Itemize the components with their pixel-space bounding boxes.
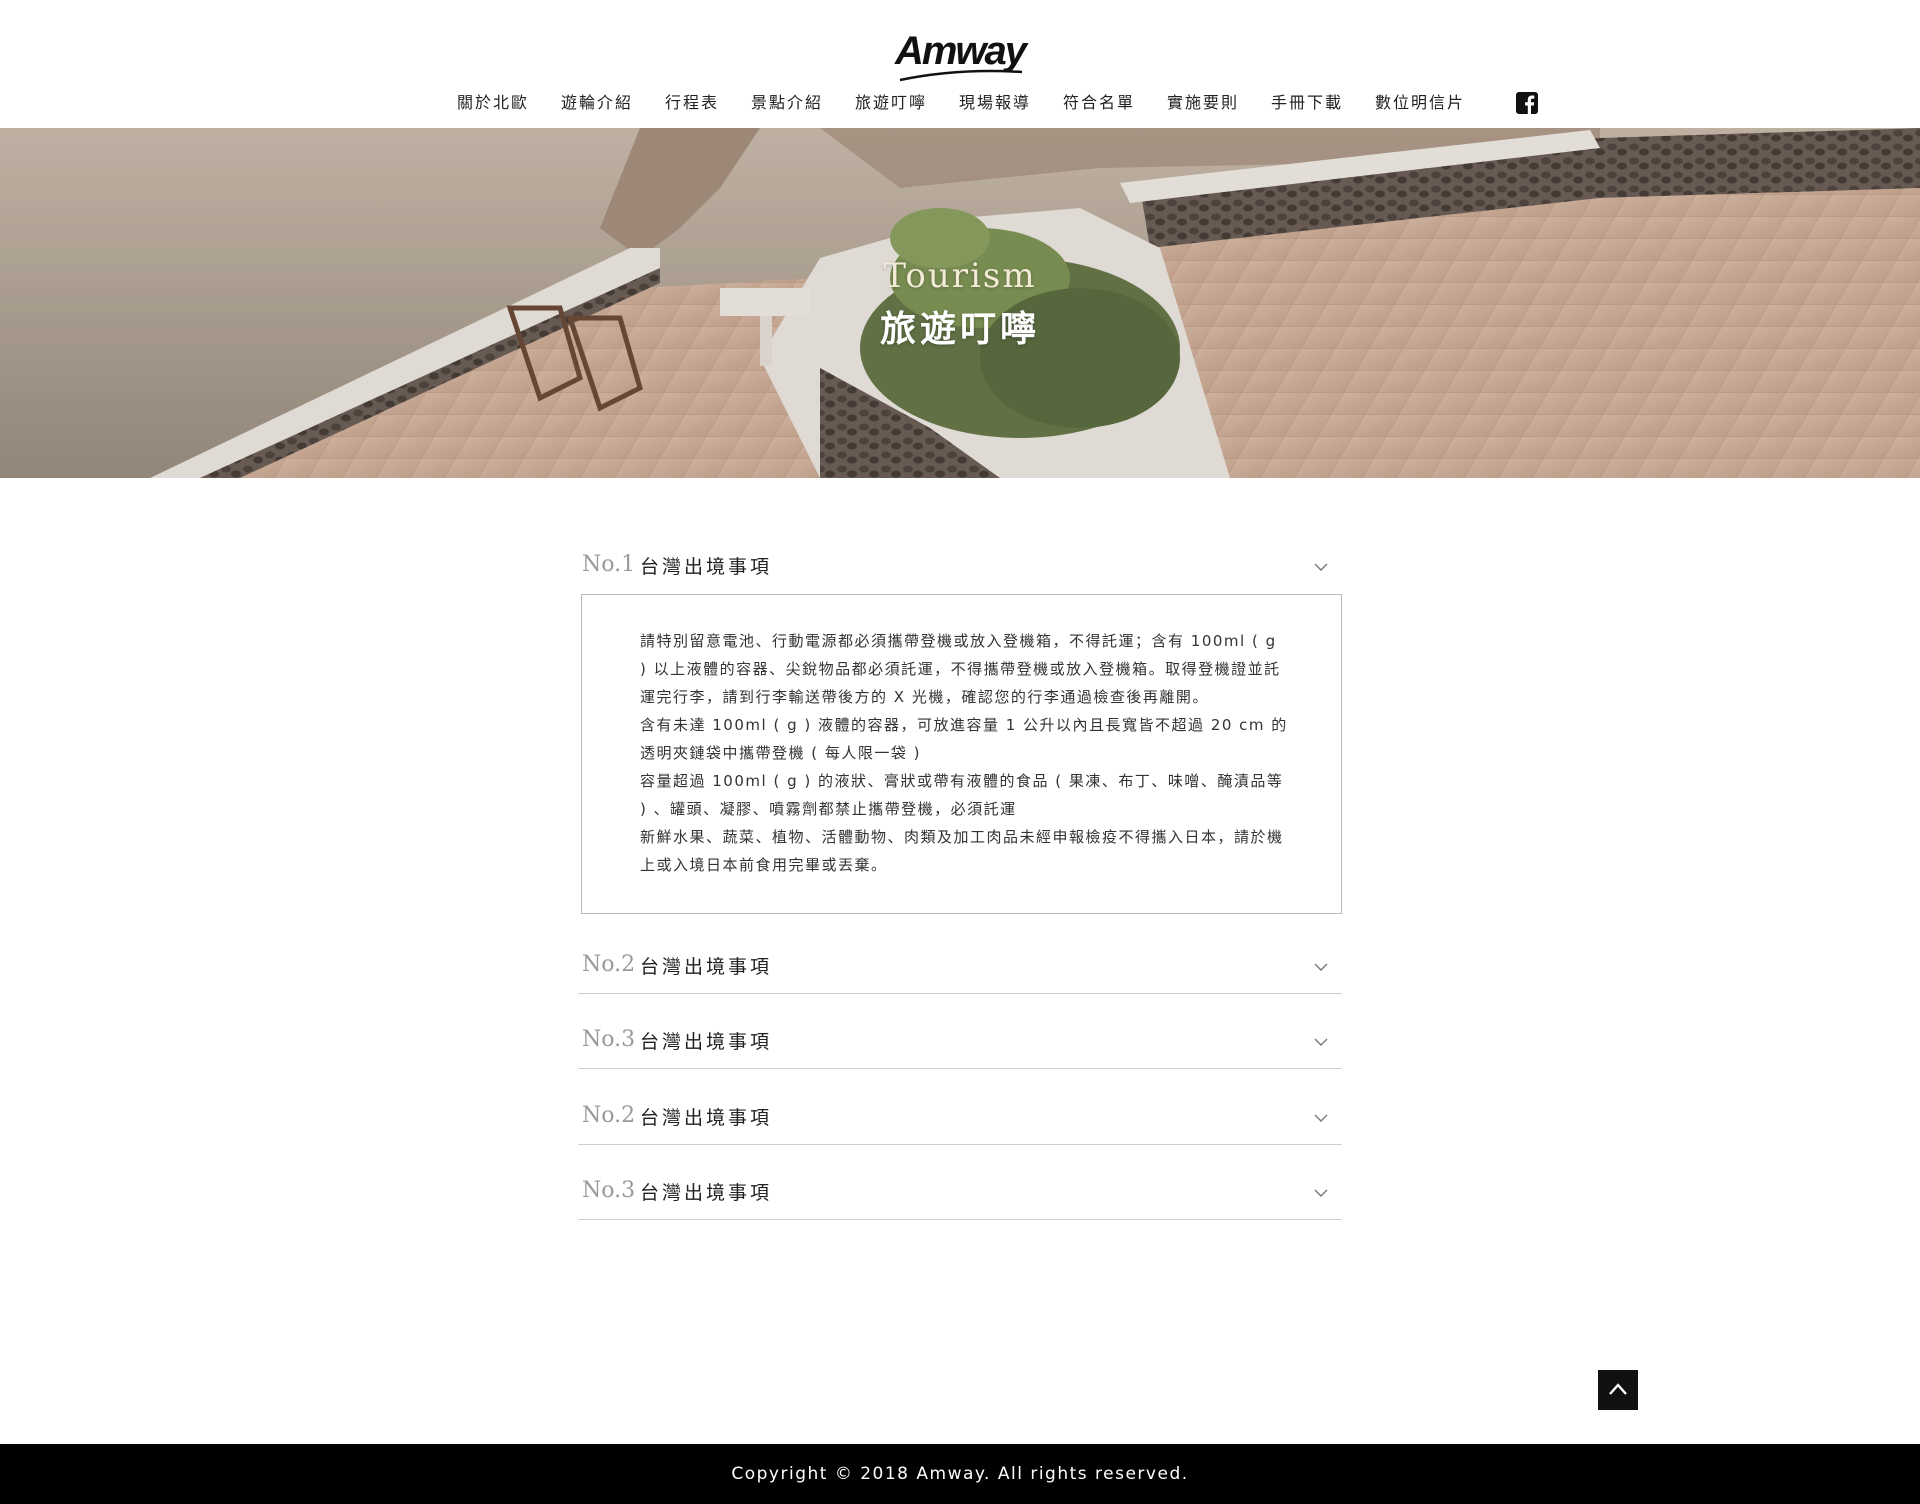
nav-item-handbook-download[interactable]: 手冊下載 bbox=[1271, 86, 1343, 120]
chevron-up-icon bbox=[1609, 1383, 1627, 1395]
content-paragraph: 請特別留意電池、行動電源都必須攜帶登機或放入登機箱，不得託運；含有 100ml … bbox=[640, 632, 1281, 706]
site-footer: Copyright © 2018 Amway. All rights reser… bbox=[0, 1444, 1920, 1504]
copyright-text: Copyright © 2018 Amway. All rights reser… bbox=[731, 1464, 1189, 1484]
nav-item-travel-tips[interactable]: 旅遊叮嚀 bbox=[855, 86, 927, 120]
nav-item-about-nordic[interactable]: 關於北歐 bbox=[457, 86, 529, 120]
logo-swoosh-icon bbox=[899, 69, 1023, 82]
accordion-item-number: No.2 bbox=[582, 952, 636, 977]
accordion-item-2-header[interactable]: No.2 台灣出境事項 bbox=[578, 940, 1342, 994]
accordion-item-1-content: 請特別留意電池、行動電源都必須攜帶登機或放入登機箱，不得託運；含有 100ml … bbox=[640, 627, 1288, 879]
content-paragraph: 新鮮水果、蔬菜、植物、活體動物、肉類及加工肉品未經申報檢疫不得攜入日本，請於機上… bbox=[640, 828, 1284, 874]
chevron-down-icon bbox=[1314, 963, 1328, 971]
accordion-item-number: No.3 bbox=[582, 1178, 636, 1203]
divider bbox=[578, 993, 1342, 994]
accordion-item-1-header[interactable]: No.1 台灣出境事項 bbox=[578, 540, 1342, 594]
accordion-item-title: 台灣出境事項 bbox=[640, 956, 773, 978]
nav-item-itinerary[interactable]: 行程表 bbox=[665, 86, 719, 120]
banner-title-en: Tourism bbox=[883, 256, 1037, 296]
chevron-down-icon bbox=[1314, 1189, 1328, 1197]
accordion-item-title: 台灣出境事項 bbox=[640, 556, 773, 578]
accordion-item-title: 台灣出境事項 bbox=[640, 1031, 773, 1053]
content-paragraph: 容量超過 100ml ( g ) 的液狀、膏狀或帶有液體的食品 ( 果凍、布丁、… bbox=[640, 772, 1284, 818]
accordion-item-number: No.1 bbox=[582, 552, 636, 577]
divider bbox=[578, 1068, 1342, 1069]
chevron-down-icon bbox=[1314, 563, 1328, 571]
content-paragraph: 含有未達 100ml ( g ) 液體的容器，可放進容量 1 公升以內且長寬皆不… bbox=[640, 716, 1288, 762]
chevron-down-icon bbox=[1314, 1038, 1328, 1046]
nav-item-digital-postcard[interactable]: 數位明信片 bbox=[1375, 86, 1465, 120]
hero-banner: Tourism 旅遊叮嚀 bbox=[0, 128, 1920, 478]
accordion-item-4-header[interactable]: No.2 台灣出境事項 bbox=[578, 1091, 1342, 1145]
nav-item-cruise[interactable]: 遊輪介紹 bbox=[561, 86, 633, 120]
divider bbox=[578, 1144, 1342, 1145]
nav-item-live-report[interactable]: 現場報導 bbox=[959, 86, 1031, 120]
accordion-item-3-header[interactable]: No.3 台灣出境事項 bbox=[578, 1015, 1342, 1069]
accordion-item-number: No.2 bbox=[582, 1103, 636, 1128]
divider bbox=[578, 1219, 1342, 1220]
accordion-item-5-header[interactable]: No.3 台灣出境事項 bbox=[578, 1166, 1342, 1220]
main-nav: 關於北歐 遊輪介紹 行程表 景點介紹 旅遊叮嚀 現場報導 符合名單 實施要則 手… bbox=[0, 86, 1920, 120]
nav-item-attractions[interactable]: 景點介紹 bbox=[751, 86, 823, 120]
site-header: Amway 關於北歐 遊輪介紹 行程表 景點介紹 旅遊叮嚀 現場報導 符合名單 … bbox=[0, 0, 1920, 128]
accordion-item-title: 台灣出境事項 bbox=[640, 1107, 773, 1129]
chevron-down-icon bbox=[1314, 1114, 1328, 1122]
back-to-top-button[interactable] bbox=[1598, 1370, 1638, 1410]
accordion-item-1-panel: 請特別留意電池、行動電源都必須攜帶登機或放入登機箱，不得託運；含有 100ml … bbox=[581, 594, 1342, 914]
amway-logo[interactable]: Amway bbox=[890, 28, 1030, 82]
nav-item-qualified-list[interactable]: 符合名單 bbox=[1063, 86, 1135, 120]
facebook-icon[interactable] bbox=[1516, 92, 1538, 114]
banner-title-zh: 旅遊叮嚀 bbox=[879, 309, 1040, 350]
nav-item-rules[interactable]: 實施要則 bbox=[1167, 86, 1239, 120]
accordion-item-number: No.3 bbox=[582, 1027, 636, 1052]
accordion-item-title: 台灣出境事項 bbox=[640, 1182, 773, 1204]
